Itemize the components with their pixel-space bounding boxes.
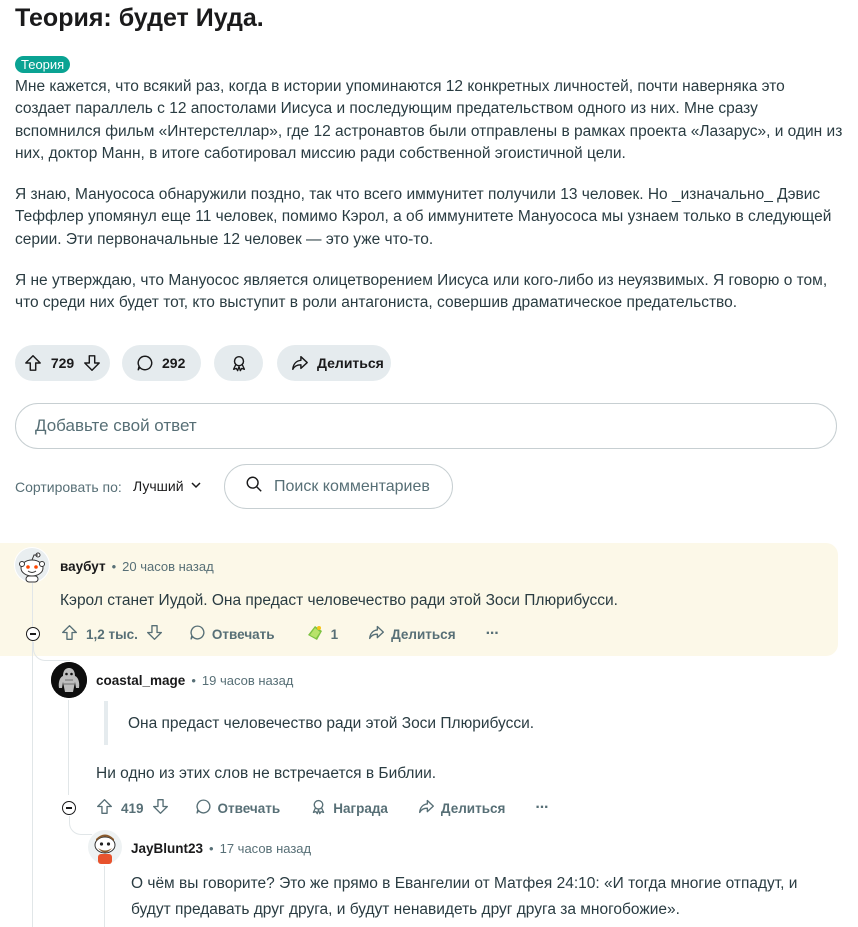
comment-timestamp[interactable]: 17 часов назад <box>220 841 312 856</box>
post-body-2: Я знаю, Мануососа обнаружили поздно, так… <box>15 184 845 251</box>
share-icon <box>418 798 435 818</box>
separator-dot: • <box>111 559 117 574</box>
user-avatar-image <box>51 662 87 698</box>
post-vote-count: 729 <box>50 355 75 371</box>
comment-header: ваубут • 20 часов назад <box>60 559 214 574</box>
post-comments-button[interactable]: 292 <box>122 345 201 381</box>
comment-search-input[interactable]: Поиск комментариев <box>224 464 453 509</box>
award-icon <box>310 798 327 818</box>
award-label: Награда <box>333 800 388 816</box>
share-button[interactable]: Делиться <box>368 624 456 644</box>
comment-timestamp[interactable]: 20 часов назад <box>122 559 214 574</box>
reply-button[interactable]: Отвечать <box>195 798 281 818</box>
upvote-icon[interactable] <box>61 624 78 644</box>
post-award-button[interactable] <box>214 345 263 381</box>
comment-icon <box>136 354 154 372</box>
comment-username[interactable]: coastal_mage <box>96 673 185 688</box>
reply-label: Отвечать <box>211 626 275 642</box>
downvote-icon[interactable] <box>146 624 163 644</box>
downvote-icon[interactable] <box>152 798 169 818</box>
collapse-thread-icon[interactable] <box>62 801 76 815</box>
snoo-avatar-icon <box>15 548 49 583</box>
vote-count: 419 <box>121 800 144 816</box>
post-paragraph-3: Я не утверждаю, что Мануосос является ол… <box>15 272 828 312</box>
thread-connector <box>33 642 70 661</box>
separator-dot: • <box>191 673 196 688</box>
post-vote-pill: 729 <box>15 345 110 381</box>
post-flair[interactable]: Теория <box>15 56 71 73</box>
comment-text: Кэрол станет Иудой. Она предаст человече… <box>60 592 618 609</box>
award-count: 1 <box>330 626 339 642</box>
more-options-icon[interactable]: ··· <box>535 799 549 817</box>
avatar[interactable] <box>14 547 50 583</box>
post-paragraph-1: Мне кажется, что всякий раз, когда в ист… <box>15 78 843 162</box>
comment-search-placeholder: Поиск комментариев <box>274 477 430 495</box>
avatar[interactable] <box>51 662 87 698</box>
award-icon <box>230 354 248 372</box>
award-button[interactable]: Награда <box>310 798 388 818</box>
add-reply-input[interactable]: Добавьте свой ответ <box>15 403 837 449</box>
post-comment-count: 292 <box>162 355 186 371</box>
comment-header: coastal_mage • 19 часов назад <box>96 673 293 688</box>
quote-bar <box>104 701 108 745</box>
vote-count: 1,2 тыс. <box>86 626 138 642</box>
thread-line <box>68 700 69 795</box>
share-icon <box>368 624 385 644</box>
collapse-thread-icon[interactable] <box>26 627 40 641</box>
comment-actions: 1,2 тыс. Отвечать 1 Делиться ··· <box>61 623 500 646</box>
chevron-down-icon <box>190 478 202 494</box>
reply-label: Отвечать <box>217 800 281 816</box>
comment-username[interactable]: JayBlunt23 <box>131 841 203 856</box>
comment-actions: 419 Отвечать Награда Делиться ··· <box>96 798 549 818</box>
upvote-icon[interactable] <box>24 354 42 372</box>
reply-button[interactable]: Отвечать <box>189 624 275 644</box>
post-paragraph-2: Я знаю, Мануососа обнаружили поздно, так… <box>15 186 832 248</box>
award-button[interactable]: 1 <box>305 623 339 646</box>
comment-icon <box>195 798 212 818</box>
comment-text: О чём вы говорите? Это же прямо в Еванге… <box>131 871 797 923</box>
sort-label: Сортировать по: <box>15 479 122 495</box>
share-label: Делиться <box>440 800 506 816</box>
post-share-label: Делиться <box>317 355 384 371</box>
snoo-avatar-icon <box>88 830 122 864</box>
sort-value: Лучший <box>133 478 184 494</box>
comment-text-line: О чём вы говорите? Это же прямо в Еванге… <box>131 875 798 892</box>
more-options-icon[interactable]: ··· <box>486 625 500 643</box>
post-title: Теория: будет Иуда. <box>15 4 264 32</box>
comment-username[interactable]: ваубут <box>60 559 106 574</box>
comment-timestamp[interactable]: 19 часов назад <box>202 673 294 688</box>
separator-dot: • <box>209 841 214 856</box>
sort-dropdown[interactable]: Лучший <box>133 478 202 494</box>
upvote-icon[interactable] <box>96 798 113 818</box>
quoted-text: Она предаст человечество ради этой Зоси … <box>128 715 535 732</box>
post-body: Мне кажется, что всякий раз, когда в ист… <box>15 76 845 165</box>
share-label: Делиться <box>391 626 456 642</box>
share-button[interactable]: Делиться <box>418 798 505 818</box>
vote-group: 1,2 тыс. <box>61 624 163 644</box>
downvote-icon[interactable] <box>83 354 101 372</box>
green-award-icon <box>305 623 325 646</box>
avatar[interactable] <box>87 829 123 865</box>
post-share-button[interactable]: Делиться <box>277 345 391 381</box>
comment-icon <box>189 624 206 644</box>
share-icon <box>291 354 309 372</box>
thread-line <box>104 866 105 927</box>
post-body-3: Я не утверждаю, что Мануосос является ол… <box>15 270 845 315</box>
search-icon <box>245 475 263 498</box>
comment-text: Ни одно из этих слов не встречается в Би… <box>96 765 437 782</box>
comment-text-line: будут предавать друг друга, и будут нена… <box>131 901 680 918</box>
comment-header: JayBlunt23 • 17 часов назад <box>131 841 311 856</box>
vote-group: 419 <box>96 798 169 818</box>
